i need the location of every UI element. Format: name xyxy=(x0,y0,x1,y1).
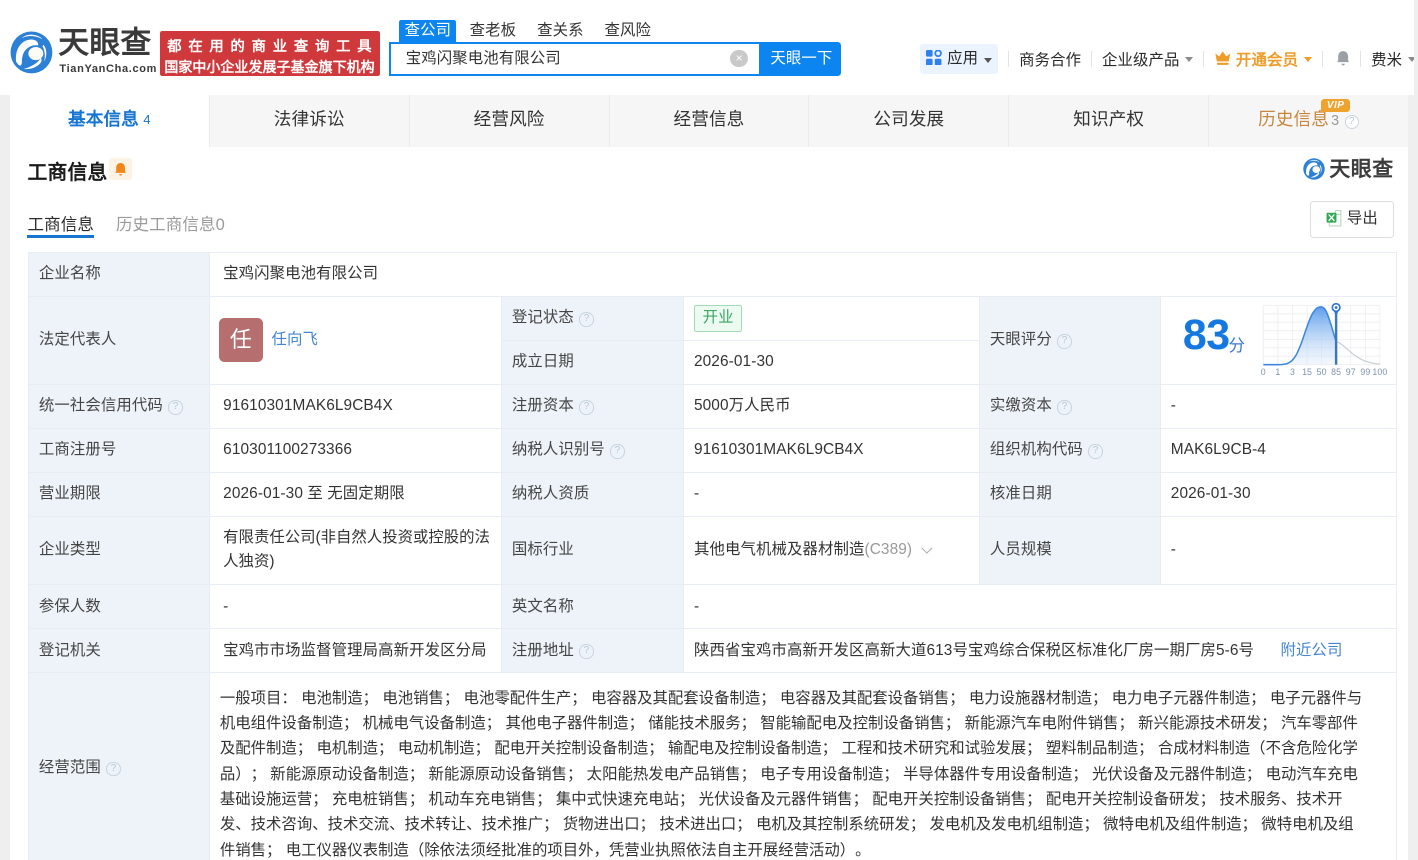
svg-text:3: 3 xyxy=(1290,368,1295,378)
svg-text:100: 100 xyxy=(1372,368,1387,378)
svg-text:15: 15 xyxy=(1302,368,1312,378)
svg-text:50: 50 xyxy=(1316,368,1326,378)
svg-text:1: 1 xyxy=(1275,368,1280,378)
svg-text:99: 99 xyxy=(1360,368,1370,378)
svg-text:0: 0 xyxy=(1261,368,1266,378)
svg-text:85: 85 xyxy=(1331,368,1341,378)
svg-text:97: 97 xyxy=(1346,368,1356,378)
